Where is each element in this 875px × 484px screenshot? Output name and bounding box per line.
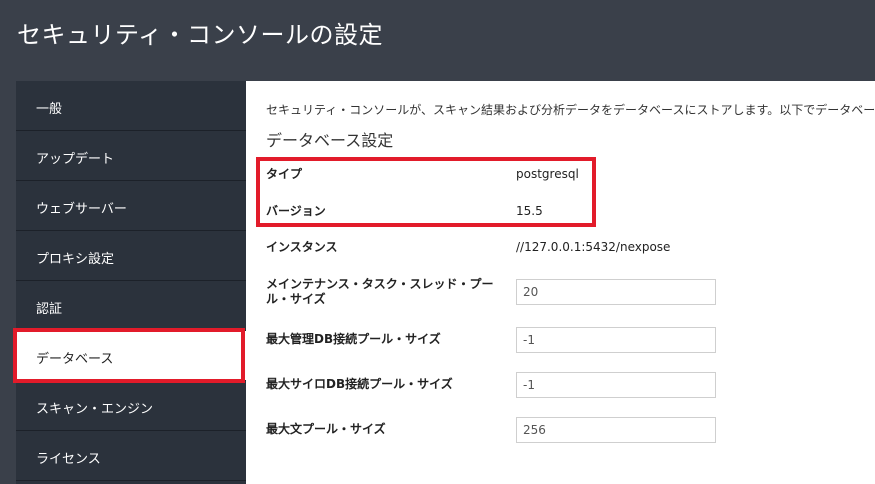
page-title: セキュリティ・コンソールの設定 [17, 21, 384, 49]
sidebar-item-general[interactable]: 一般 [16, 81, 246, 131]
instance-label: インスタンス [266, 240, 338, 254]
app-header: セキュリティ・コンソールの設定 [0, 0, 875, 81]
version-label: バージョン [266, 204, 326, 218]
sidebar-item-database[interactable]: データベース [16, 331, 246, 381]
maintenance-pool-label: メインテナンス・タスク・スレッド・プール・サイズ [266, 277, 494, 306]
sidebar-item-scan-engines[interactable]: スキャン・エンジン [16, 381, 246, 431]
sidebar-item-updates[interactable]: アップデート [16, 131, 246, 181]
max-statement-pool-input[interactable] [516, 417, 716, 443]
max-silo-db-pool-label: 最大サイロDB接続プール・サイズ [266, 377, 453, 391]
sidebar-item-licensing[interactable]: ライセンス [16, 431, 246, 481]
sidebar-item-authentication[interactable]: 認証 [16, 281, 246, 331]
max-admin-db-pool-input[interactable] [516, 327, 716, 353]
sidebar-item-web-server[interactable]: ウェブサーバー [16, 181, 246, 231]
sidebar-item-label: ライセンス [36, 452, 101, 467]
sidebar-nav: 一般 アップデート ウェブサーバー プロキシ設定 認証 データベース スキャン・… [16, 81, 246, 484]
max-statement-pool-label: 最大文プール・サイズ [266, 422, 386, 436]
type-value: postgresql [516, 167, 579, 181]
sidebar-item-label: スキャン・エンジン [36, 402, 154, 417]
sidebar-item-label: データベース [36, 352, 114, 367]
max-admin-db-pool-label: 最大管理DB接続プール・サイズ [266, 332, 441, 346]
maintenance-pool-input[interactable] [516, 279, 716, 305]
type-label: タイプ [266, 167, 303, 181]
sidebar-item-label: ウェブサーバー [36, 202, 127, 217]
instance-value: //127.0.0.1:5432/nexpose [516, 240, 671, 254]
sidebar-item-label: 認証 [36, 302, 63, 317]
intro-text: セキュリティ・コンソールが、スキャン結果および分析データをデータベースにストアし… [266, 103, 875, 117]
settings-panel: セキュリティ・コンソールが、スキャン結果および分析データをデータベースにストアし… [246, 81, 875, 484]
max-silo-db-pool-input[interactable] [516, 372, 716, 398]
sidebar-item-label: アップデート [36, 152, 115, 167]
sidebar-item-label: 一般 [36, 102, 63, 117]
version-value: 15.5 [516, 204, 543, 218]
section-title: データベース設定 [266, 131, 394, 150]
sidebar-item-label: プロキシ設定 [36, 252, 115, 267]
sidebar-item-proxy-settings[interactable]: プロキシ設定 [16, 231, 246, 281]
